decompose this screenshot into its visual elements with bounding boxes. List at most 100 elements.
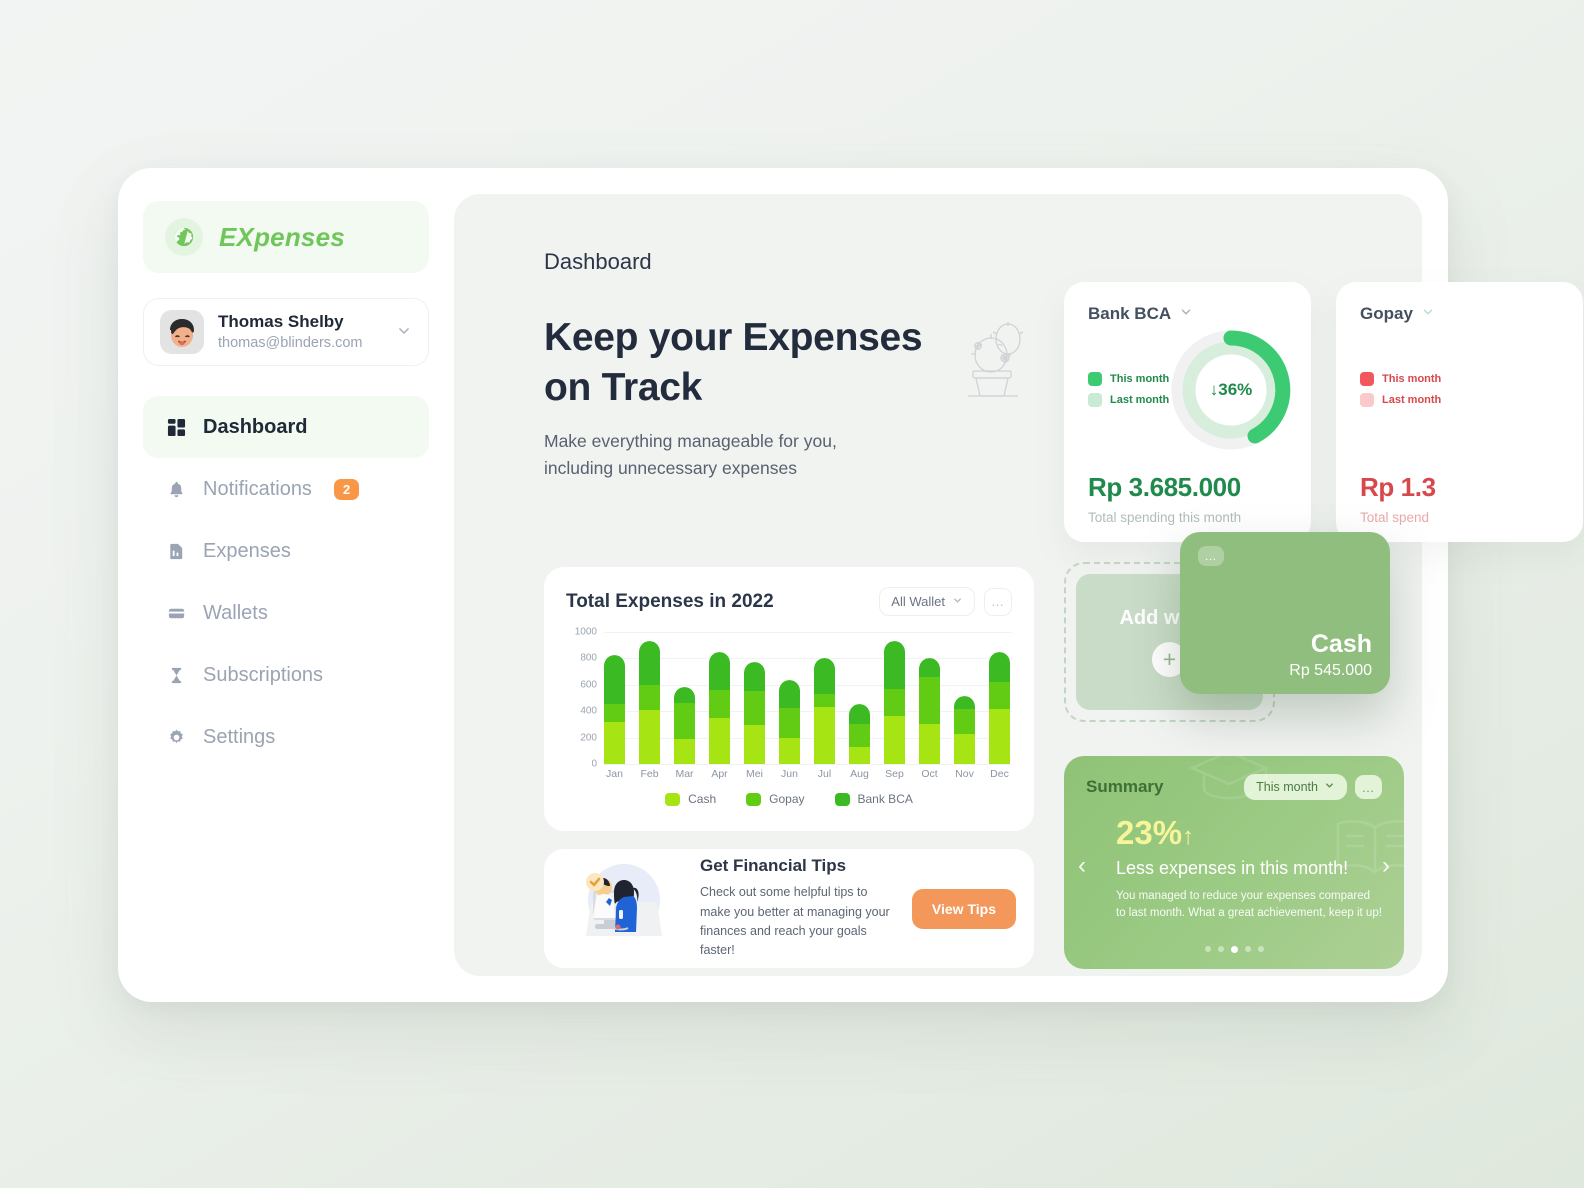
bar-segment xyxy=(779,737,800,764)
carousel-next-button[interactable]: › xyxy=(1382,852,1390,880)
notifications-badge: 2 xyxy=(333,478,360,500)
sidebar-item-dashboard[interactable]: Dashboard xyxy=(143,396,429,458)
bar-column[interactable] xyxy=(814,632,835,764)
bar-column[interactable] xyxy=(779,632,800,764)
bar-stack xyxy=(604,655,625,764)
carousel-dot[interactable] xyxy=(1217,946,1224,952)
bar-column[interactable] xyxy=(744,632,765,764)
summary-percent: 23%↑ xyxy=(1116,814,1382,852)
legend-row: This month xyxy=(1088,372,1169,386)
sidebar-item-label: Notifications xyxy=(203,477,312,500)
carousel-dot[interactable] xyxy=(1257,946,1264,952)
bar-segment xyxy=(779,679,800,708)
x-tick-label: Mar xyxy=(675,768,694,780)
sidebar-item-settings[interactable]: Settings xyxy=(143,706,429,768)
hourglass-icon xyxy=(165,666,187,685)
bar-stack xyxy=(639,641,660,764)
carousel-dot[interactable] xyxy=(1244,946,1251,952)
bar-segment xyxy=(709,651,730,691)
bar-segment xyxy=(814,694,835,708)
bar-column[interactable] xyxy=(674,632,695,764)
chevron-down-icon[interactable] xyxy=(396,323,412,342)
legend-swatch xyxy=(746,792,762,806)
profile-name: Thomas Shelby xyxy=(218,311,344,331)
chevron-down-icon[interactable] xyxy=(1421,305,1435,324)
bar-stack xyxy=(674,687,695,764)
bar-column[interactable] xyxy=(604,632,625,764)
sidebar-item-label: Subscriptions xyxy=(203,663,324,686)
bar-column[interactable] xyxy=(954,632,975,764)
summary-title: Summary xyxy=(1086,777,1164,796)
y-tick-label: 600 xyxy=(580,679,597,691)
bar-segment xyxy=(744,691,765,726)
chart-card-header: Total Expenses in 2022 All Wallet … xyxy=(566,587,1012,616)
donut-center-label: ↓36% xyxy=(1210,380,1253,399)
stat-header[interactable]: Gopay xyxy=(1360,304,1559,324)
trend-up-icon: ↑ xyxy=(1182,823,1195,850)
legend-label: Last month xyxy=(1110,394,1170,406)
x-tick-label: Aug xyxy=(850,768,869,780)
carousel-dot[interactable] xyxy=(1204,946,1211,952)
wallet-subtitle: Total spending this month xyxy=(1088,510,1242,525)
donut-legend: This month Last month xyxy=(1088,372,1169,414)
summary-period-dropdown[interactable]: This month xyxy=(1244,774,1347,800)
grid-icon xyxy=(165,418,187,437)
document-icon xyxy=(165,542,187,561)
bar-segment xyxy=(919,723,940,764)
summary-period-label: This month xyxy=(1256,780,1318,794)
summary-more-button[interactable]: … xyxy=(1355,775,1382,799)
sidebar-item-expenses[interactable]: Expenses xyxy=(143,520,429,582)
bar-column[interactable] xyxy=(849,632,870,764)
bar-segment xyxy=(814,707,835,764)
legend-swatch xyxy=(1088,372,1102,386)
bar-segment xyxy=(779,707,800,738)
bar-segment xyxy=(674,687,695,703)
carousel-dots xyxy=(1064,946,1404,953)
y-tick-label: 200 xyxy=(580,732,597,744)
x-tick-label: Oct xyxy=(921,768,938,780)
bar-segment xyxy=(989,681,1010,709)
sidebar-item-wallets[interactable]: Wallets xyxy=(143,582,429,644)
bar-segment xyxy=(744,725,765,764)
cash-wallet-card[interactable]: … Cash Rp 545.000 xyxy=(1180,532,1390,694)
wallet-filter-dropdown[interactable]: All Wallet xyxy=(879,587,975,616)
legend-label: This month xyxy=(1382,373,1442,385)
x-tick-label: Dec xyxy=(990,768,1009,780)
legend-item[interactable]: Bank BCA xyxy=(834,792,913,806)
bar-column[interactable] xyxy=(884,632,905,764)
stat-header[interactable]: Bank BCA xyxy=(1088,304,1287,324)
legend-item[interactable]: Gopay xyxy=(746,792,805,806)
chart-legend: Cash Gopay Bank BCA xyxy=(544,792,1034,806)
bar-column[interactable] xyxy=(709,632,730,764)
bar-segment xyxy=(709,690,730,719)
chart-more-button[interactable]: … xyxy=(984,587,1012,616)
bar-stack xyxy=(814,657,835,764)
tips-body: Check out some helpful tips to make you … xyxy=(700,885,890,958)
x-tick-label: Feb xyxy=(640,768,659,780)
carousel-dot[interactable] xyxy=(1230,946,1238,953)
bar-stack xyxy=(779,679,800,764)
bar-column[interactable] xyxy=(639,632,660,764)
carousel-prev-button[interactable]: ‹ xyxy=(1078,852,1086,880)
cash-wallet-amount: Rp 545.000 xyxy=(1289,662,1372,679)
wallet-subtitle: Total spend xyxy=(1360,510,1430,525)
bar-segment xyxy=(674,702,695,739)
sidebar-item-notifications[interactable]: Notifications 2 xyxy=(143,458,429,520)
bar-stack xyxy=(884,640,905,764)
bell-icon xyxy=(165,480,187,499)
bar-segment xyxy=(884,640,905,690)
legend-item[interactable]: Cash xyxy=(665,792,716,806)
legend-label: Cash xyxy=(688,792,717,806)
bar-segment xyxy=(744,661,765,692)
brand-logo[interactable]: EXpenses xyxy=(143,201,429,273)
bar-column[interactable] xyxy=(989,632,1010,764)
user-profile[interactable]: Thomas Shelby thomas@blinders.com xyxy=(143,298,429,366)
bar-column[interactable] xyxy=(919,632,940,764)
tips-title: Get Financial Tips xyxy=(700,856,847,876)
bar-segment xyxy=(919,676,940,724)
chevron-down-icon[interactable] xyxy=(1179,305,1193,324)
sidebar-item-subscriptions[interactable]: Subscriptions xyxy=(143,644,429,706)
view-tips-button[interactable]: View Tips xyxy=(911,888,1016,929)
cash-more-button[interactable]: … xyxy=(1198,546,1224,566)
breadcrumb: Dashboard xyxy=(544,249,652,274)
